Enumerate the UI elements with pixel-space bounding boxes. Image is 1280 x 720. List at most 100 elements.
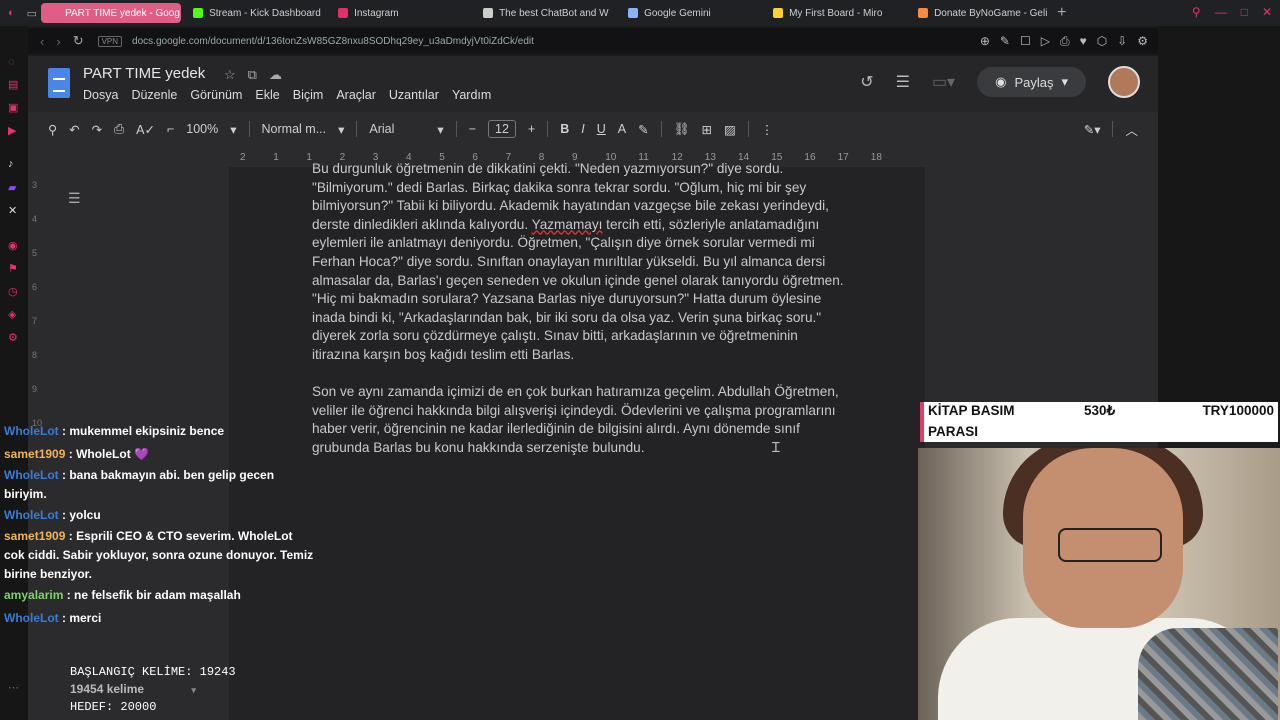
back-icon[interactable]: ‹ bbox=[40, 34, 44, 49]
chat-username[interactable]: amyalarim bbox=[4, 588, 63, 602]
menu-item[interactable]: Görünüm bbox=[190, 88, 242, 102]
url-field[interactable]: docs.google.com/document/d/136tonZsW85GZ… bbox=[132, 36, 534, 47]
outline-icon[interactable]: ☰ bbox=[68, 190, 81, 207]
chat-username[interactable]: WholeLot bbox=[4, 611, 59, 625]
chevron-down-icon[interactable]: ▾ bbox=[1061, 74, 1068, 90]
editing-mode-icon[interactable]: ✎▾ bbox=[1084, 122, 1101, 137]
tiktok-icon[interactable]: ♪ bbox=[8, 158, 14, 170]
font-select[interactable]: Arial bbox=[369, 122, 425, 136]
bag-icon[interactable]: ▤ bbox=[8, 78, 18, 91]
insert-comment-icon[interactable]: ⊞ bbox=[701, 122, 711, 137]
underline-icon[interactable]: U bbox=[597, 122, 606, 136]
text-color-icon[interactable]: A bbox=[618, 122, 626, 136]
chat-username[interactable]: samet1909 bbox=[4, 447, 65, 461]
comment-icon[interactable]: ☰ bbox=[896, 72, 910, 92]
browser-tab[interactable]: PART TIME yedek - Goog bbox=[41, 3, 182, 23]
menu-item[interactable]: Dosya bbox=[83, 88, 118, 102]
browser-tab[interactable]: Stream - Kick Dashboard bbox=[185, 3, 326, 23]
zoom-select[interactable]: 100% bbox=[186, 122, 218, 136]
download-icon[interactable]: ⇩ bbox=[1117, 34, 1127, 49]
browser-tab[interactable]: Instagram bbox=[330, 3, 471, 23]
share-button[interactable]: ◉ Paylaş ▾ bbox=[977, 67, 1086, 97]
menu-item[interactable]: Uzantılar bbox=[389, 88, 439, 102]
italic-icon[interactable]: I bbox=[581, 122, 584, 136]
document-body[interactable]: Bu durgunluk öğretmenin de dikkatini çek… bbox=[312, 160, 847, 476]
pin-icon[interactable]: ✎ bbox=[1000, 34, 1010, 49]
meet-icon[interactable]: ▭▾ bbox=[932, 72, 955, 92]
play-icon[interactable]: ▷ bbox=[1041, 34, 1050, 49]
search-icon[interactable]: ⚲ bbox=[1192, 5, 1201, 19]
paint-format-icon[interactable]: ⌐ bbox=[167, 122, 174, 136]
increase-font-icon[interactable]: + bbox=[528, 122, 535, 136]
spellcheck-icon[interactable]: A✓ bbox=[136, 122, 155, 137]
history-icon[interactable]: ◷ bbox=[8, 285, 18, 298]
zoom-icon[interactable]: ⊕ bbox=[980, 34, 990, 49]
menu-item[interactable]: Yardım bbox=[452, 88, 491, 102]
docs-logo-icon[interactable] bbox=[48, 68, 70, 98]
x-icon[interactable]: ✕ bbox=[8, 204, 17, 217]
more-icon[interactable]: ⋯ bbox=[8, 681, 19, 694]
bulb-icon[interactable]: ◈ bbox=[8, 308, 16, 321]
menu-item[interactable]: Araçlar bbox=[336, 88, 376, 102]
maximize-icon[interactable]: □ bbox=[1241, 5, 1248, 19]
reload-icon[interactable]: ↻ bbox=[73, 33, 84, 49]
highlight-icon[interactable]: ✎ bbox=[638, 122, 648, 137]
extensions-icon[interactable]: ⬡ bbox=[1097, 34, 1107, 49]
menu-item[interactable]: Düzenle bbox=[131, 88, 177, 102]
chat-username[interactable]: WholeLot bbox=[4, 508, 59, 522]
link-icon[interactable]: ⛓ bbox=[674, 122, 690, 137]
chat-icon[interactable]: ▣ bbox=[8, 101, 18, 114]
bold-icon[interactable]: B bbox=[560, 122, 569, 136]
cloud-icon[interactable]: ☁ bbox=[269, 67, 282, 83]
bookmark-icon[interactable]: ☐ bbox=[1020, 34, 1031, 49]
tab-list-icon[interactable]: ▭ bbox=[27, 7, 37, 20]
browser-tab[interactable]: Google Gemini bbox=[620, 3, 761, 23]
more-options-icon[interactable]: ⋮ bbox=[761, 122, 774, 137]
folder-icon[interactable]: ⧉ bbox=[248, 67, 257, 83]
chevron-down-icon[interactable]: ▾ bbox=[437, 122, 443, 137]
forward-icon[interactable]: › bbox=[56, 34, 60, 49]
chat-message: amyalarim : ne felsefik bir adam maşalla… bbox=[4, 584, 314, 607]
style-select[interactable]: Normal m... bbox=[262, 122, 327, 136]
chevron-down-icon[interactable]: ▾ bbox=[191, 685, 196, 695]
chat-separator: : bbox=[63, 588, 75, 602]
settings-gear-icon[interactable]: ⚙ bbox=[8, 331, 18, 344]
flag-icon[interactable]: ⚑ bbox=[8, 262, 18, 275]
font-size-field[interactable]: 12 bbox=[488, 120, 516, 138]
star-icon[interactable]: ☆ bbox=[224, 67, 236, 83]
sidebar-icon[interactable]: ◐ bbox=[8, 7, 15, 19]
undo-icon[interactable]: ↶ bbox=[69, 122, 79, 137]
chat-username[interactable]: samet1909 bbox=[4, 529, 65, 543]
heart-icon[interactable]: ♥ bbox=[1080, 34, 1087, 49]
vpn-badge[interactable]: VPN bbox=[97, 35, 123, 47]
document-title[interactable]: PART TIME yedek bbox=[83, 65, 205, 82]
chat-message: WholeLot : mukemmel ekipsiniz bence bbox=[4, 420, 314, 443]
chevron-down-icon[interactable]: ▾ bbox=[230, 122, 236, 137]
decrease-font-icon[interactable]: − bbox=[469, 122, 476, 136]
twitch-icon[interactable]: ▰ bbox=[8, 181, 16, 194]
collapse-icon[interactable]: ︿ bbox=[1125, 120, 1138, 139]
menu-item[interactable]: Ekle bbox=[255, 88, 279, 102]
settings-icon[interactable]: ⚙ bbox=[1137, 34, 1148, 49]
browser-tab[interactable]: Donate ByNoGame - Geli bbox=[910, 3, 1051, 23]
snapshot-icon[interactable]: ⎙ bbox=[1060, 34, 1070, 49]
menu-item[interactable]: Biçim bbox=[293, 88, 324, 102]
chat-username[interactable]: WholeLot bbox=[4, 468, 59, 482]
redo-icon[interactable]: ↷ bbox=[92, 122, 102, 137]
video-icon[interactable]: ▶ bbox=[8, 124, 16, 137]
new-tab-icon[interactable]: + bbox=[1057, 4, 1066, 22]
insert-image-icon[interactable]: ▨ bbox=[724, 122, 736, 137]
player-icon[interactable]: ◉ bbox=[8, 239, 18, 252]
chat-username[interactable]: WholeLot bbox=[4, 424, 59, 438]
minimize-icon[interactable]: — bbox=[1215, 5, 1227, 19]
chevron-down-icon[interactable]: ▾ bbox=[338, 122, 344, 137]
browser-tab[interactable]: My First Board - Miro bbox=[765, 3, 906, 23]
close-icon[interactable]: ✕ bbox=[1262, 5, 1272, 19]
browser-tab[interactable]: The best ChatBot and W bbox=[475, 3, 616, 23]
history-icon[interactable]: ↺ bbox=[860, 72, 873, 92]
messenger-icon[interactable]: ◌ bbox=[8, 56, 15, 68]
print-icon[interactable]: ⎙ bbox=[114, 122, 124, 137]
avatar[interactable] bbox=[1108, 66, 1140, 98]
search-menus-icon[interactable]: ⚲ bbox=[48, 122, 57, 137]
misspelled-word[interactable]: Yazmamayı bbox=[532, 217, 603, 232]
